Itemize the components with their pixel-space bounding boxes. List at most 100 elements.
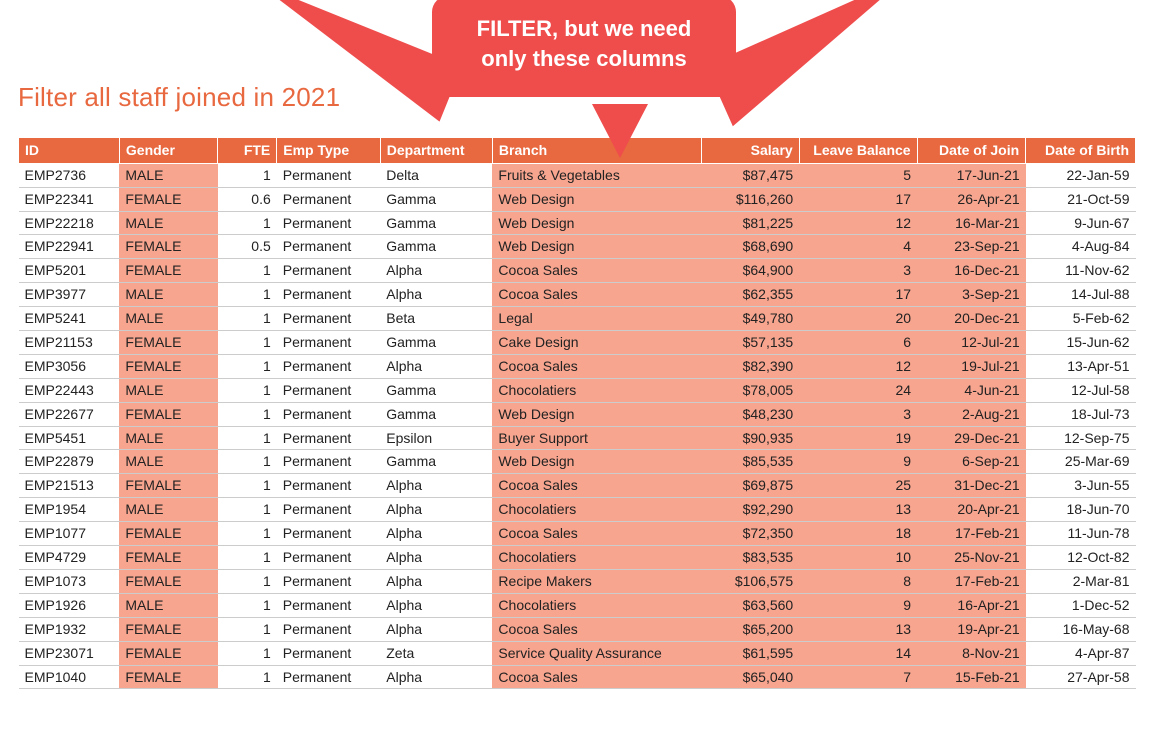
table-row: EMP1954MALE1PermanentAlphaChocolatiers$9…: [19, 498, 1136, 522]
table-row: EMP2736MALE1PermanentDeltaFruits & Veget…: [19, 163, 1136, 187]
cell-gender: MALE: [119, 498, 217, 522]
cell-fte: 0.6: [218, 187, 277, 211]
cell-salary: $116,260: [702, 187, 800, 211]
col-etype: Emp Type: [277, 138, 380, 164]
cell-salary: $78,005: [702, 378, 800, 402]
cell-fte: 1: [218, 641, 277, 665]
cell-fte: 1: [218, 665, 277, 689]
cell-dept: Gamma: [380, 211, 492, 235]
cell-dept: Alpha: [380, 569, 492, 593]
cell-doj: 6-Sep-21: [917, 450, 1026, 474]
cell-leave: 20: [799, 307, 917, 331]
cell-id: EMP3056: [19, 354, 120, 378]
col-dept: Department: [380, 138, 492, 164]
cell-gender: MALE: [119, 211, 217, 235]
cell-doj: 20-Apr-21: [917, 498, 1026, 522]
cell-doj: 20-Dec-21: [917, 307, 1026, 331]
cell-branch: Cocoa Sales: [492, 354, 701, 378]
table-row: EMP22941FEMALE0.5PermanentGammaWeb Desig…: [19, 235, 1136, 259]
cell-branch: Web Design: [492, 187, 701, 211]
cell-leave: 3: [799, 259, 917, 283]
cell-id: EMP22941: [19, 235, 120, 259]
cell-dept: Alpha: [380, 283, 492, 307]
cell-id: EMP21153: [19, 331, 120, 355]
cell-leave: 18: [799, 522, 917, 546]
cell-dept: Gamma: [380, 331, 492, 355]
cell-etype: Permanent: [277, 665, 380, 689]
table-row: EMP1040FEMALE1PermanentAlphaCocoa Sales$…: [19, 665, 1136, 689]
table-row: EMP23071FEMALE1PermanentZetaService Qual…: [19, 641, 1136, 665]
cell-dept: Alpha: [380, 593, 492, 617]
cell-gender: MALE: [119, 163, 217, 187]
table-row: EMP22443MALE1PermanentGammaChocolatiers$…: [19, 378, 1136, 402]
col-dob: Date of Birth: [1026, 138, 1136, 164]
cell-doj: 19-Jul-21: [917, 354, 1026, 378]
cell-leave: 17: [799, 187, 917, 211]
cell-etype: Permanent: [277, 331, 380, 355]
cell-etype: Permanent: [277, 163, 380, 187]
cell-dob: 16-May-68: [1026, 617, 1136, 641]
cell-fte: 1: [218, 402, 277, 426]
cell-salary: $69,875: [702, 474, 800, 498]
cell-gender: FEMALE: [119, 617, 217, 641]
cell-branch: Legal: [492, 307, 701, 331]
cell-salary: $72,350: [702, 522, 800, 546]
table-row: EMP22341FEMALE0.6PermanentGammaWeb Desig…: [19, 187, 1136, 211]
cell-leave: 7: [799, 665, 917, 689]
cell-id: EMP4729: [19, 546, 120, 570]
cell-salary: $62,355: [702, 283, 800, 307]
cell-id: EMP1040: [19, 665, 120, 689]
cell-doj: 4-Jun-21: [917, 378, 1026, 402]
cell-doj: 29-Dec-21: [917, 426, 1026, 450]
cell-branch: Buyer Support: [492, 426, 701, 450]
cell-etype: Permanent: [277, 235, 380, 259]
table-row: EMP1077FEMALE1PermanentAlphaCocoa Sales$…: [19, 522, 1136, 546]
cell-dob: 12-Oct-82: [1026, 546, 1136, 570]
cell-id: EMP22443: [19, 378, 120, 402]
cell-leave: 25: [799, 474, 917, 498]
cell-gender: FEMALE: [119, 402, 217, 426]
cell-doj: 17-Feb-21: [917, 569, 1026, 593]
cell-branch: Web Design: [492, 211, 701, 235]
cell-fte: 1: [218, 498, 277, 522]
cell-dob: 12-Sep-75: [1026, 426, 1136, 450]
cell-salary: $87,475: [702, 163, 800, 187]
cell-salary: $82,390: [702, 354, 800, 378]
cell-leave: 5: [799, 163, 917, 187]
cell-doj: 16-Apr-21: [917, 593, 1026, 617]
cell-branch: Chocolatiers: [492, 593, 701, 617]
table-row: EMP3056FEMALE1PermanentAlphaCocoa Sales$…: [19, 354, 1136, 378]
table-row: EMP3977MALE1PermanentAlphaCocoa Sales$62…: [19, 283, 1136, 307]
cell-dept: Beta: [380, 307, 492, 331]
col-leave: Leave Balance: [799, 138, 917, 164]
cell-fte: 1: [218, 426, 277, 450]
cell-gender: FEMALE: [119, 331, 217, 355]
cell-branch: Service Quality Assurance: [492, 641, 701, 665]
table-row: EMP21513FEMALE1PermanentAlphaCocoa Sales…: [19, 474, 1136, 498]
cell-id: EMP21513: [19, 474, 120, 498]
cell-dept: Alpha: [380, 498, 492, 522]
cell-doj: 2-Aug-21: [917, 402, 1026, 426]
table-row: EMP22677FEMALE1PermanentGammaWeb Design$…: [19, 402, 1136, 426]
cell-doj: 16-Dec-21: [917, 259, 1026, 283]
table-row: EMP22879MALE1PermanentGammaWeb Design$85…: [19, 450, 1136, 474]
cell-doj: 17-Feb-21: [917, 522, 1026, 546]
table-row: EMP4729FEMALE1PermanentAlphaChocolatiers…: [19, 546, 1136, 570]
table-row: EMP21153FEMALE1PermanentGammaCake Design…: [19, 331, 1136, 355]
cell-dob: 5-Feb-62: [1026, 307, 1136, 331]
cell-dept: Gamma: [380, 187, 492, 211]
cell-gender: MALE: [119, 593, 217, 617]
table-row: EMP1926MALE1PermanentAlphaChocolatiers$6…: [19, 593, 1136, 617]
cell-fte: 1: [218, 307, 277, 331]
cell-gender: MALE: [119, 283, 217, 307]
cell-gender: FEMALE: [119, 235, 217, 259]
cell-salary: $106,575: [702, 569, 800, 593]
cell-gender: FEMALE: [119, 187, 217, 211]
cell-salary: $49,780: [702, 307, 800, 331]
cell-dept: Alpha: [380, 617, 492, 641]
cell-dob: 4-Apr-87: [1026, 641, 1136, 665]
cell-etype: Permanent: [277, 354, 380, 378]
cell-etype: Permanent: [277, 617, 380, 641]
cell-gender: FEMALE: [119, 474, 217, 498]
cell-etype: Permanent: [277, 307, 380, 331]
